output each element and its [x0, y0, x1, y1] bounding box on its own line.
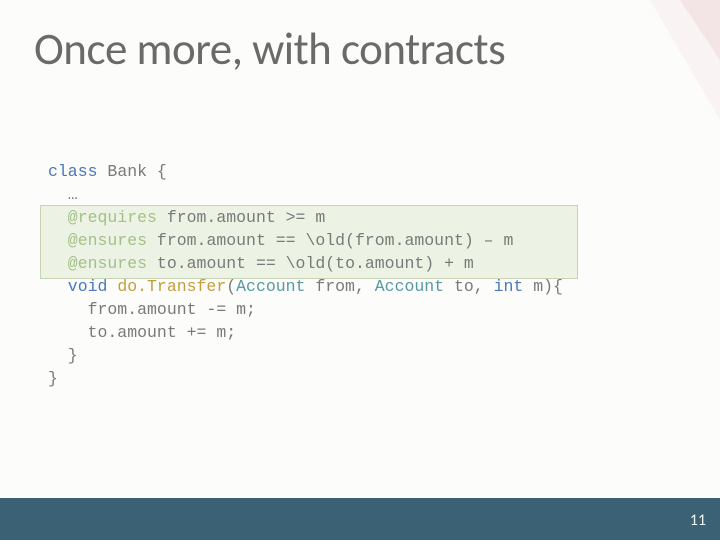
code-text: from.amount -= m;	[48, 300, 256, 319]
slide: Once more, with contracts class Bank { ……	[0, 0, 720, 540]
kw-int: int	[494, 277, 524, 296]
code-text: }	[48, 369, 58, 388]
corner-accent	[600, 0, 720, 540]
method-name: do.Transfer	[117, 277, 226, 296]
kw-class: class	[48, 162, 98, 181]
ann-ensures: @ensures	[48, 231, 147, 250]
code-text: from,	[305, 277, 374, 296]
code-block: class Bank { … @requires from.amount >= …	[48, 160, 563, 390]
code-text: (	[226, 277, 236, 296]
ann-requires: @requires	[48, 208, 157, 227]
code-text: }	[48, 346, 78, 365]
page-number: 11	[690, 511, 706, 530]
code-text: from.amount >= m	[157, 208, 325, 227]
code-text: to,	[444, 277, 494, 296]
type-account: Account	[375, 277, 444, 296]
footer-bar: 11	[0, 498, 720, 540]
type-account: Account	[236, 277, 305, 296]
code-text: …	[48, 185, 78, 204]
slide-title: Once more, with contracts	[34, 22, 505, 77]
code-text: to.amount += m;	[48, 323, 236, 342]
code-text: m){	[523, 277, 563, 296]
code-text: Bank {	[98, 162, 167, 181]
code-text: from.amount == \old(from.amount) – m	[147, 231, 513, 250]
code-text: to.amount == \old(to.amount) + m	[147, 254, 474, 273]
kw-void: void	[48, 277, 117, 296]
ann-ensures: @ensures	[48, 254, 147, 273]
